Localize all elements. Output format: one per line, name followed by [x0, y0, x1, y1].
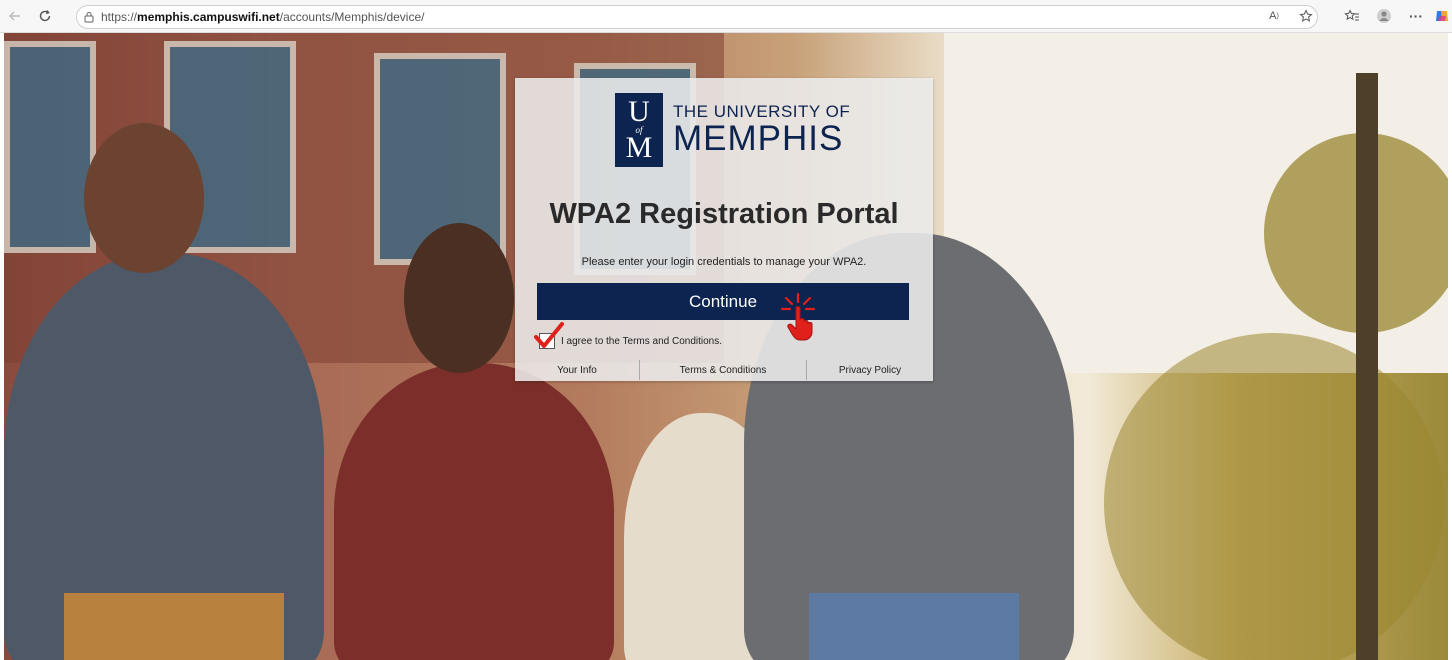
registration-card: U of M THE UNIVERSITY OF MEMPHIS WPA2 Re… [515, 78, 933, 381]
student-figure [334, 363, 614, 660]
star-icon[interactable] [1290, 0, 1322, 32]
more-icon[interactable]: ··· [1400, 0, 1432, 32]
agree-label: I agree to the Terms and Conditions. [561, 335, 723, 347]
checkmark-icon [534, 322, 564, 348]
url-host: memphis.campuswifi.net [137, 10, 280, 24]
continue-button[interactable]: Continue [537, 283, 909, 320]
um-logo-mark: U of M [615, 93, 663, 167]
building-window [4, 41, 96, 253]
favorites-icon[interactable] [1336, 0, 1368, 32]
tree-foliage [1104, 333, 1444, 660]
url-scheme: https:// [101, 10, 138, 24]
student-jeans [809, 593, 1019, 660]
privacy-label: Privacy Policy [838, 364, 902, 376]
student-head [404, 223, 514, 373]
address-bar[interactable]: https://memphis.campuswifi.net/accounts/… [76, 5, 1318, 29]
profile-icon[interactable] [1368, 0, 1400, 32]
pointing-hand-icon [778, 292, 820, 342]
logo-line2: MEMPHIS [673, 119, 844, 158]
terms-link[interactable]: Terms & Conditions [640, 359, 806, 381]
page-title: WPA2 Registration Portal [549, 198, 899, 230]
continue-label: Continue [688, 291, 758, 311]
logo-mark-m: M [625, 131, 653, 164]
back-arrow-icon[interactable] [0, 0, 30, 32]
your-info-label: Your Info [557, 364, 597, 376]
logo-mark-u: U [628, 95, 650, 128]
agree-checkbox[interactable] [534, 322, 564, 349]
lock-icon[interactable] [77, 11, 101, 23]
footer-links: Your Info Terms & Conditions Privacy Pol… [515, 359, 933, 381]
refresh-icon[interactable] [30, 0, 60, 32]
terms-label: Terms & Conditions [679, 364, 767, 376]
agree-row: I agree to the Terms and Conditions. [534, 322, 723, 349]
read-aloud-icon[interactable]: A) [1258, 0, 1290, 32]
student-head [84, 123, 204, 273]
privacy-link[interactable]: Privacy Policy [807, 359, 933, 381]
page-subtitle: Please enter your login credentials to m… [581, 256, 867, 268]
url-path: /accounts/Memphis/device/ [279, 10, 425, 24]
tree-trunk [1356, 73, 1378, 660]
copilot-icon[interactable] [1432, 0, 1452, 32]
your-info-link[interactable]: Your Info [515, 359, 639, 381]
browser-toolbar: https://memphis.campuswifi.net/accounts/… [0, 0, 1452, 33]
university-logo: U of M THE UNIVERSITY OF MEMPHIS [615, 93, 850, 167]
student-pants [64, 593, 284, 660]
